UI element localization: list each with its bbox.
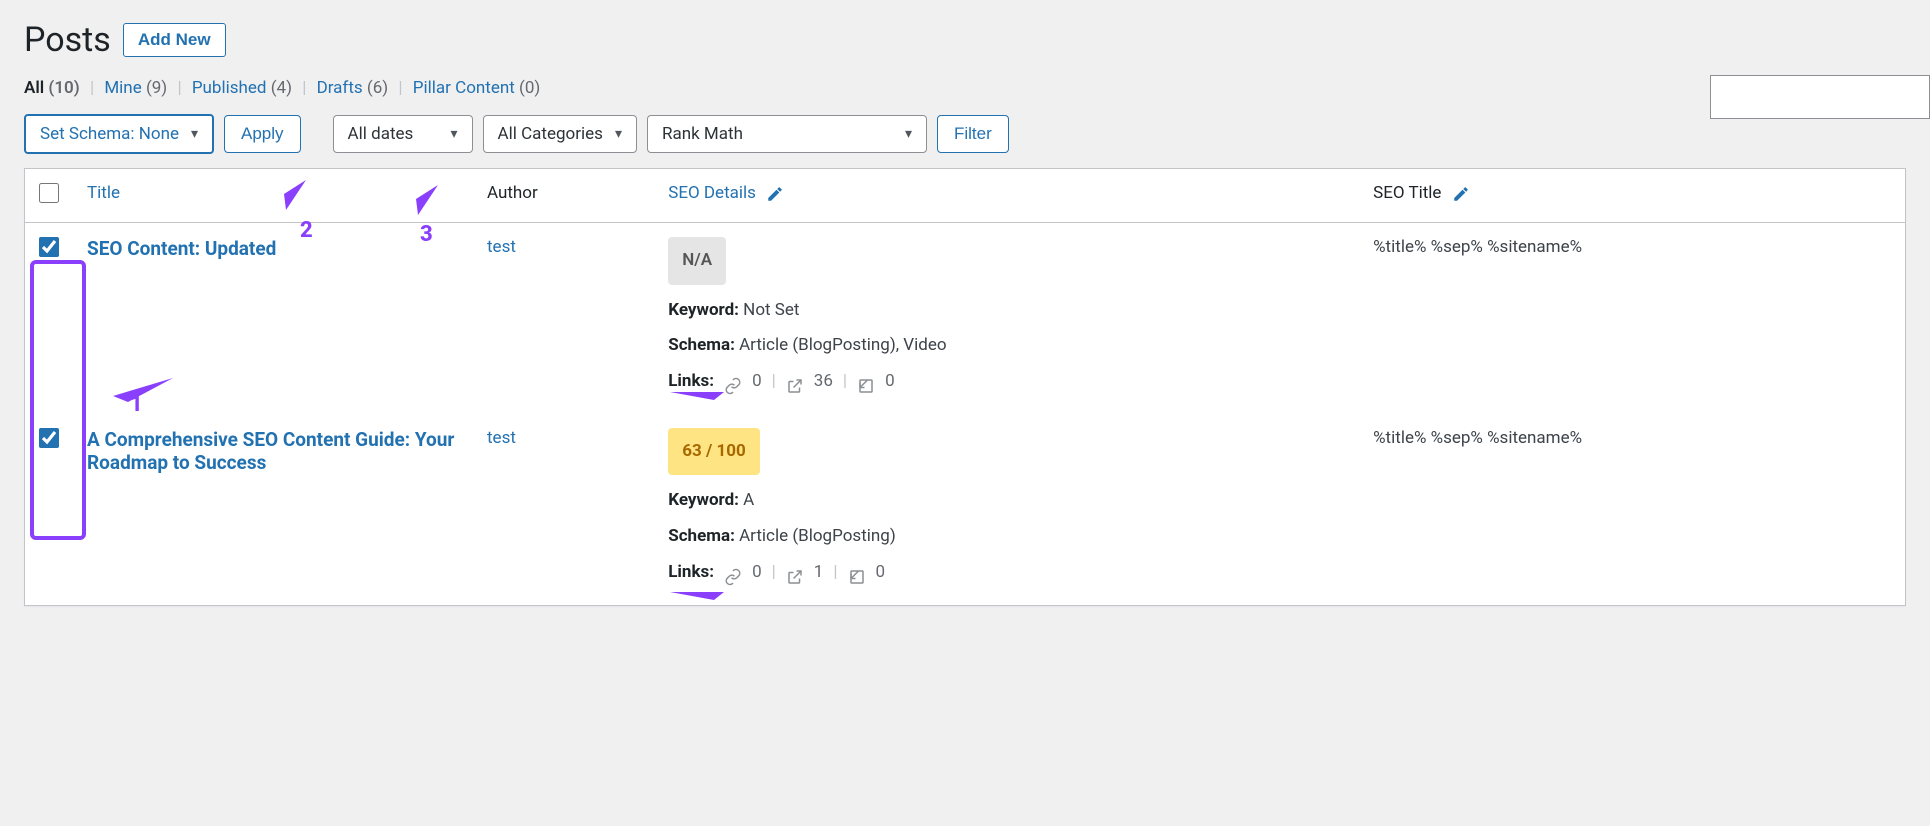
column-author: Author <box>473 169 654 223</box>
filter-button[interactable]: Filter <box>937 115 1009 153</box>
post-title-link[interactable]: A Comprehensive SEO Content Guide: Your … <box>87 428 454 474</box>
page-title: Posts <box>24 20 111 60</box>
seo-score-badge: 63 / 100 <box>668 428 760 476</box>
chevron-down-icon: ▾ <box>905 126 912 142</box>
row-checkbox[interactable] <box>39 237 59 257</box>
links-line: Links: 0 | 1 | 0 <box>668 555 1345 591</box>
filter-mine[interactable]: Mine (9) <box>104 78 171 98</box>
add-new-button[interactable]: Add New <box>123 23 226 57</box>
apply-button[interactable]: Apply <box>224 115 301 153</box>
filter-drafts[interactable]: Drafts (6) <box>317 78 393 98</box>
table-row: SEO Content: Updated test N/A Keyword: N… <box>25 223 1906 414</box>
seo-title-text: %title% %sep% %sitename% <box>1373 428 1582 448</box>
author-link[interactable]: test <box>487 428 516 448</box>
pencil-icon <box>1452 185 1470 203</box>
filter-published[interactable]: Published (4) <box>192 78 296 98</box>
chevron-down-icon: ▾ <box>191 126 198 142</box>
schema-line: Schema: Article (BlogPosting) <box>668 519 1345 555</box>
schema-line: Schema: Article (BlogPosting), Video <box>668 328 1345 364</box>
keyword-line: Keyword: A <box>668 483 1345 519</box>
author-link[interactable]: test <box>487 237 516 257</box>
seo-score-badge: N/A <box>668 237 726 285</box>
filter-pillar[interactable]: Pillar Content (0) <box>413 78 541 98</box>
column-title[interactable]: Title <box>73 169 473 223</box>
bulk-action-select[interactable]: Set Schema: None ▾ <box>24 114 214 154</box>
column-seo-details[interactable]: SEO Details <box>654 169 1359 223</box>
seo-title-text: %title% %sep% %sitename% <box>1373 237 1582 257</box>
chevron-down-icon: ▾ <box>451 126 458 142</box>
select-all-checkbox[interactable] <box>39 183 59 203</box>
categories-select[interactable]: All Categories ▾ <box>483 115 637 153</box>
external-link-icon <box>786 373 804 391</box>
link-icon <box>724 564 742 582</box>
chevron-down-icon: ▾ <box>615 126 622 142</box>
table-row: A Comprehensive SEO Content Guide: Your … <box>25 414 1906 605</box>
post-title-link[interactable]: SEO Content: Updated <box>87 237 276 260</box>
posts-table: Title Author SEO Details SEO Title SEO C <box>24 168 1906 606</box>
pencil-icon <box>766 185 784 203</box>
links-line: Links: 0 | 36 | 0 <box>668 364 1345 400</box>
keyword-line: Keyword: Not Set <box>668 293 1345 329</box>
dates-select[interactable]: All dates ▾ <box>333 115 473 153</box>
incoming-link-icon <box>848 564 866 582</box>
filter-all[interactable]: All (10) <box>24 78 84 98</box>
incoming-link-icon <box>857 373 875 391</box>
external-link-icon <box>786 564 804 582</box>
row-checkbox[interactable] <box>39 428 59 448</box>
rank-math-select[interactable]: Rank Math ▾ <box>647 115 927 153</box>
column-seo-title[interactable]: SEO Title <box>1359 169 1905 223</box>
post-status-filters: All (10) | Mine (9) | Published (4) | Dr… <box>24 78 1906 98</box>
search-input[interactable] <box>1710 75 1930 119</box>
link-icon <box>724 373 742 391</box>
